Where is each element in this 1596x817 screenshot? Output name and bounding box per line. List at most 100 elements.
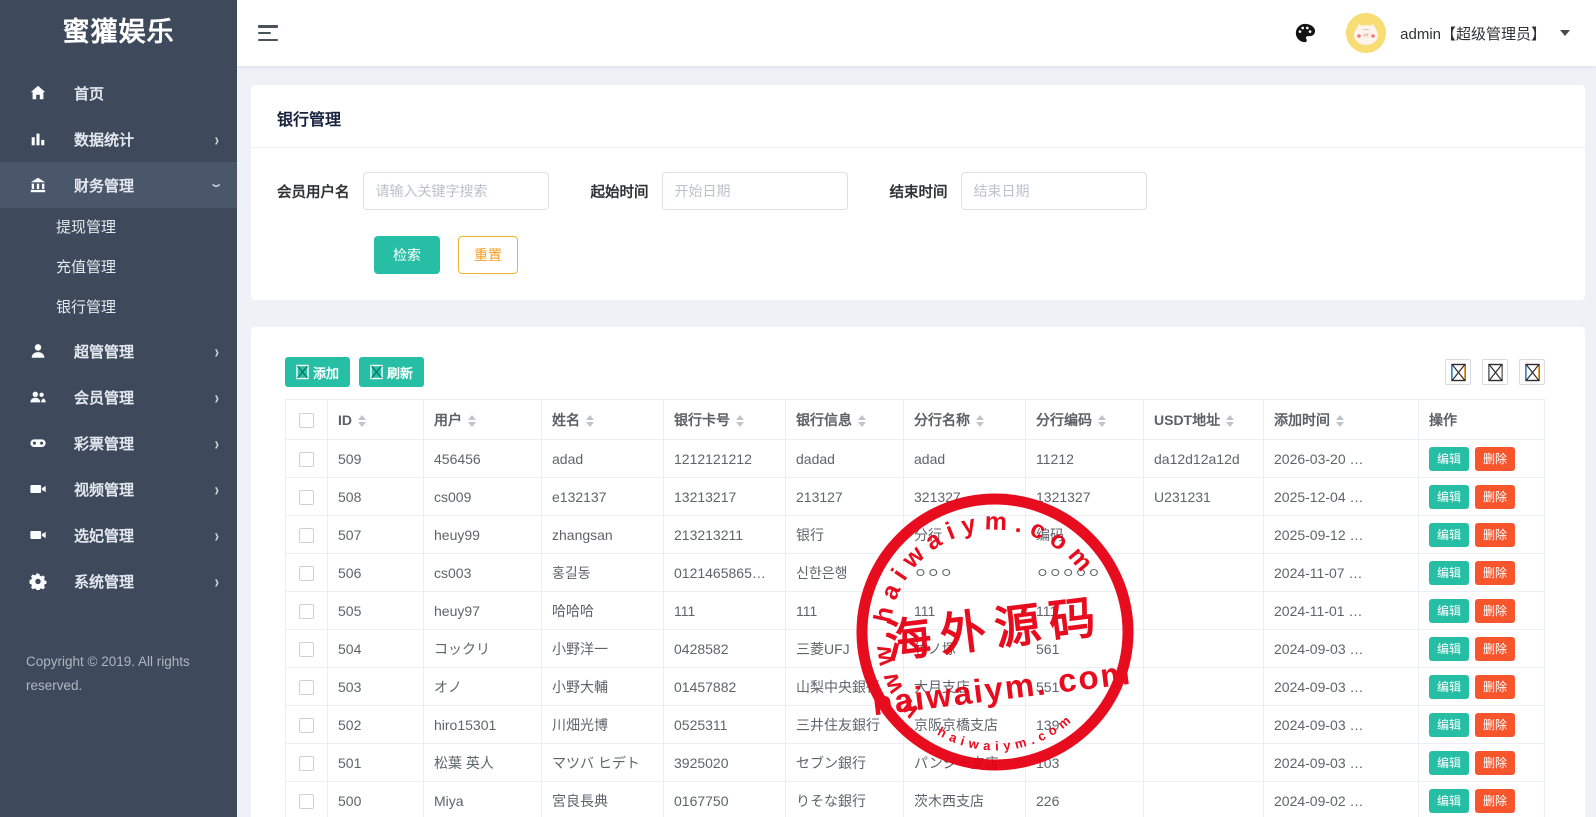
edit-button[interactable]: 编辑: [1429, 447, 1469, 471]
sort-arrows-icon[interactable]: [858, 415, 866, 427]
cell-bank: 111: [786, 592, 904, 630]
cell-card: 111: [664, 592, 786, 630]
refresh-button[interactable]: 刷新: [359, 357, 424, 387]
edit-button[interactable]: 编辑: [1429, 675, 1469, 699]
delete-button[interactable]: 删除: [1475, 675, 1515, 699]
row-checkbox[interactable]: [299, 680, 314, 695]
edit-button[interactable]: 编辑: [1429, 523, 1469, 547]
sidebar-item-lottery[interactable]: 彩票管理›: [0, 420, 237, 466]
column-header-1[interactable]: 用户: [424, 400, 542, 440]
table-tool-button-1[interactable]: [1445, 359, 1471, 385]
search-button[interactable]: 检索: [374, 236, 440, 274]
chart-icon: [28, 129, 48, 149]
row-checkbox[interactable]: [299, 566, 314, 581]
sidebar-subitem-recharge[interactable]: 充值管理: [0, 248, 237, 288]
cell-id: 505: [328, 592, 424, 630]
row-checkbox[interactable]: [299, 794, 314, 809]
column-header-4[interactable]: 银行信息: [786, 400, 904, 440]
column-header-7[interactable]: USDT地址: [1144, 400, 1264, 440]
table-row: 501松葉 英人マツバ ヒデト3925020セブン銀行パンジー支店1032024…: [286, 744, 1545, 782]
edit-button[interactable]: 编辑: [1429, 751, 1469, 775]
delete-button[interactable]: 删除: [1475, 637, 1515, 661]
edit-button[interactable]: 编辑: [1429, 789, 1469, 813]
column-header-0[interactable]: ID: [328, 400, 424, 440]
sort-arrows-icon[interactable]: [976, 415, 984, 427]
username-input[interactable]: [363, 172, 549, 210]
row-checkbox[interactable]: [299, 528, 314, 543]
user-dropdown-caret-icon[interactable]: [1560, 30, 1570, 41]
table-tool-button-2[interactable]: [1482, 359, 1508, 385]
cell-code: 11212: [1026, 440, 1144, 478]
people-icon: [28, 387, 48, 407]
row-checkbox[interactable]: [299, 490, 314, 505]
end-date-input[interactable]: [961, 172, 1147, 210]
sidebar-item-home[interactable]: 首页: [0, 70, 237, 116]
cell-bank: 山梨中央銀行: [786, 668, 904, 706]
cell-user: heuy99: [424, 516, 542, 554]
user-name[interactable]: admin【超级管理员】: [1400, 23, 1546, 44]
column-header-5[interactable]: 分行名称: [904, 400, 1026, 440]
delete-button[interactable]: 删除: [1475, 713, 1515, 737]
cell-branch: adad: [904, 440, 1026, 478]
cell-code: 561: [1026, 630, 1144, 668]
theme-palette-icon[interactable]: [1292, 20, 1318, 46]
sidebar-subitem-withdraw[interactable]: 提现管理: [0, 208, 237, 248]
cell-actions: 编辑删除: [1419, 744, 1545, 782]
row-checkbox[interactable]: [299, 604, 314, 619]
sort-arrows-icon[interactable]: [358, 415, 366, 427]
sidebar-item-system[interactable]: 系统管理›: [0, 558, 237, 604]
edit-button[interactable]: 编辑: [1429, 599, 1469, 623]
row-checkbox[interactable]: [299, 756, 314, 771]
gamepad-icon: [28, 433, 48, 453]
sort-arrows-icon[interactable]: [586, 415, 594, 427]
delete-button[interactable]: 删除: [1475, 789, 1515, 813]
start-date-input[interactable]: [662, 172, 848, 210]
sidebar-item-admin[interactable]: 超管管理›: [0, 328, 237, 374]
copyright-text: Copyright © 2019. All rights reserved.: [0, 650, 237, 697]
sidebar-item-members[interactable]: 会员管理›: [0, 374, 237, 420]
video-icon: [28, 479, 48, 499]
delete-button[interactable]: 删除: [1475, 599, 1515, 623]
row-checkbox[interactable]: [299, 642, 314, 657]
table-tool-button-3[interactable]: [1519, 359, 1545, 385]
sidebar-item-finance[interactable]: 财务管理›: [0, 162, 237, 208]
sort-arrows-icon[interactable]: [468, 415, 476, 427]
gear-icon: [28, 571, 48, 591]
column-header-6[interactable]: 分行编码: [1026, 400, 1144, 440]
delete-button[interactable]: 删除: [1475, 561, 1515, 585]
edit-button[interactable]: 编辑: [1429, 637, 1469, 661]
cell-card: 13213217: [664, 478, 786, 516]
edit-button[interactable]: 编辑: [1429, 561, 1469, 585]
sort-arrows-icon[interactable]: [1098, 415, 1106, 427]
cell-usdt: [1144, 554, 1264, 592]
sort-arrows-icon[interactable]: [1336, 415, 1344, 427]
delete-button[interactable]: 删除: [1475, 485, 1515, 509]
top-header: admin【超级管理员】: [237, 0, 1596, 66]
person-icon: [28, 341, 48, 361]
column-header-3[interactable]: 银行卡号: [664, 400, 786, 440]
cell-card: 3925020: [664, 744, 786, 782]
delete-button[interactable]: 删除: [1475, 523, 1515, 547]
hamburger-menu-icon[interactable]: [258, 25, 280, 41]
cell-branch: 茨木西支店: [904, 782, 1026, 817]
sort-arrows-icon[interactable]: [736, 415, 744, 427]
sidebar-subitem-bank[interactable]: 银行管理: [0, 288, 237, 328]
delete-button[interactable]: 删除: [1475, 751, 1515, 775]
sort-arrows-icon[interactable]: [1226, 415, 1234, 427]
select-all-checkbox[interactable]: [299, 413, 314, 428]
cell-actions: 编辑删除: [1419, 440, 1545, 478]
delete-button[interactable]: 删除: [1475, 447, 1515, 471]
add-button[interactable]: 添加: [285, 357, 350, 387]
row-checkbox[interactable]: [299, 718, 314, 733]
bank-icon: [28, 175, 48, 195]
user-avatar[interactable]: [1346, 13, 1386, 53]
sidebar-item-concubine[interactable]: 选妃管理›: [0, 512, 237, 558]
edit-button[interactable]: 编辑: [1429, 485, 1469, 509]
edit-button[interactable]: 编辑: [1429, 713, 1469, 737]
reset-button[interactable]: 重置: [458, 236, 518, 274]
sidebar-item-stats[interactable]: 数据统计›: [0, 116, 237, 162]
row-checkbox[interactable]: [299, 452, 314, 467]
sidebar-item-video[interactable]: 视频管理›: [0, 466, 237, 512]
column-header-2[interactable]: 姓名: [542, 400, 664, 440]
column-header-8[interactable]: 添加时间: [1264, 400, 1419, 440]
